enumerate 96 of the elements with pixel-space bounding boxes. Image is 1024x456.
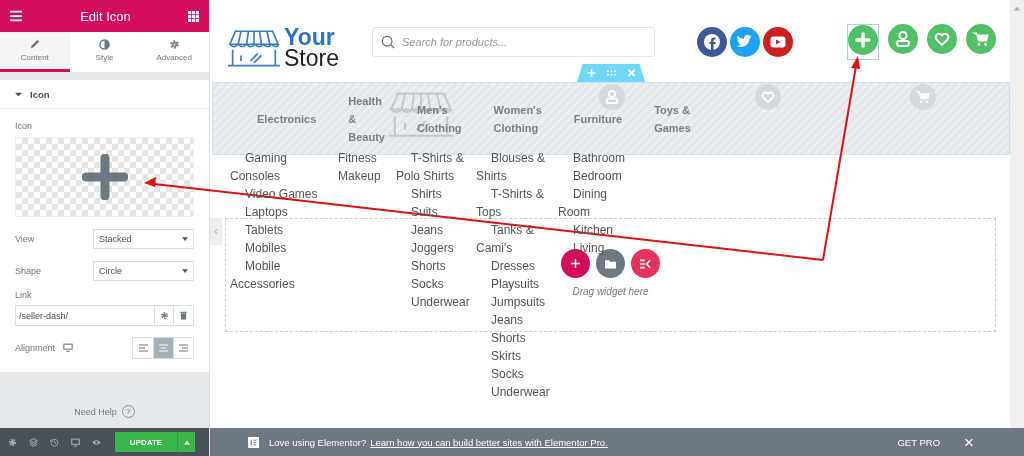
submenu-item[interactable]: Jeans (476, 311, 558, 329)
user-icon[interactable] (599, 84, 625, 110)
align-icon (138, 343, 148, 352)
submenu-item[interactable]: Socks (476, 365, 558, 383)
submenu-item[interactable]: Underwear (476, 383, 558, 401)
submenu-item[interactable]: Dresses (476, 257, 558, 275)
submenu-item[interactable]: Blouses & Shirts (476, 149, 558, 185)
field-label: Link (15, 290, 33, 300)
need-help-link[interactable]: Need Help (74, 406, 117, 417)
field-label: Shape (15, 265, 43, 276)
layers-icon[interactable] (29, 437, 38, 447)
settings-icon[interactable] (8, 437, 17, 447)
submenu-item[interactable]: Shorts (476, 329, 558, 347)
submenu-item[interactable]: Laptops (230, 203, 338, 221)
shape-select[interactable]: Circle (93, 260, 194, 281)
submenu-item[interactable]: Bathroom (558, 149, 628, 167)
scrollbar[interactable] (1010, 0, 1024, 428)
cart-icon[interactable] (966, 24, 996, 54)
submenu-item[interactable]: Makeup (338, 167, 396, 185)
submenu-item[interactable]: Joggers (396, 239, 476, 257)
addon-button[interactable] (631, 249, 660, 278)
notice-text: Love using Elementor? (269, 436, 367, 448)
align-icon (159, 343, 168, 352)
submenu-item[interactable]: Socks (396, 275, 476, 293)
elementor-icon (248, 436, 259, 448)
user-icon[interactable] (888, 24, 918, 54)
caret-icon (182, 236, 188, 241)
field-label: Icon (15, 121, 33, 131)
desktop-icon[interactable] (71, 437, 80, 447)
delete-button[interactable] (174, 305, 194, 326)
icon-preview[interactable] (15, 137, 194, 217)
scroll-up-icon[interactable] (1014, 6, 1020, 11)
submenu-item[interactable]: Dining Room (558, 185, 628, 221)
caret-icon (183, 439, 190, 445)
search-field[interactable]: Search for products... (372, 27, 655, 57)
trash-icon (179, 311, 188, 320)
view-select[interactable]: Stacked (93, 228, 194, 249)
panel-title: Edit Icon (79, 8, 132, 24)
close-button[interactable]: × (964, 433, 974, 451)
drop-hint: Drag widget here (572, 286, 649, 297)
chevron-left-icon (213, 229, 219, 234)
cart-icon[interactable] (910, 84, 936, 110)
caret-icon (15, 90, 22, 98)
youtube-icon[interactable] (763, 27, 793, 57)
submenu-item[interactable]: Underwear (396, 293, 476, 311)
grid-icon[interactable] (188, 10, 199, 22)
align-icon (179, 343, 188, 352)
eye-icon[interactable] (92, 437, 101, 447)
collapse-panel-tab[interactable] (210, 218, 222, 245)
caret-icon (182, 268, 188, 273)
logo-text: Your (284, 27, 335, 48)
link-field[interactable]: /seller-dash/ (15, 305, 154, 326)
submenu-item[interactable]: Skirts (476, 347, 558, 365)
store-logo-icon (228, 29, 280, 67)
pencil-icon (29, 39, 41, 50)
submenu-item[interactable]: Mobiles (230, 239, 338, 257)
contrast-icon (99, 39, 110, 50)
desktop-icon[interactable] (63, 343, 74, 352)
section-handle[interactable] (577, 64, 645, 82)
submenu-item[interactable]: Mobile Accessories (230, 257, 338, 293)
gear-icon (168, 39, 180, 50)
add-icon[interactable] (586, 69, 596, 77)
gear-icon (159, 311, 169, 320)
plus-icon (81, 154, 128, 200)
panel-tab[interactable]: Content (0, 32, 70, 72)
section-header[interactable]: Icon (0, 80, 209, 109)
logo-text: Store (284, 48, 339, 69)
submenu-item[interactable]: Gaming Consoles (230, 149, 338, 185)
history-icon[interactable] (50, 437, 59, 447)
submenu-item[interactable]: Playsuits (476, 275, 558, 293)
close-icon[interactable] (626, 69, 636, 77)
drag-handle-icon[interactable] (606, 69, 616, 77)
submenu-item[interactable]: Jumpsuits (476, 293, 558, 311)
submenu-item[interactable]: Jeans (396, 221, 476, 239)
submenu-item[interactable]: Fitness (338, 149, 396, 167)
get-pro-link[interactable]: GET PRO (897, 436, 941, 448)
submenu-item[interactable]: T-Shirts & Tops (476, 185, 558, 221)
submenu-item[interactable]: Tablets (230, 221, 338, 239)
align-button[interactable] (153, 337, 173, 358)
field-label: Alignment (15, 342, 56, 353)
submenu-item[interactable]: Shirts (396, 185, 476, 203)
twitter-icon[interactable] (730, 27, 760, 57)
folder-icon (605, 258, 616, 269)
update-options-button[interactable] (177, 432, 195, 452)
addon-logo-icon (640, 258, 651, 269)
plus-icon (571, 259, 580, 268)
notice-link[interactable]: Learn how you can build better sites with Elementor Pro. (370, 436, 608, 448)
search-icon (381, 35, 395, 49)
submenu-item[interactable]: T-Shirts & Polo Shirts (396, 149, 476, 185)
submenu-item[interactable]: Living (558, 239, 628, 257)
facebook-icon[interactable] (697, 27, 727, 57)
field-label: View (15, 233, 36, 244)
submenu-item[interactable]: Shorts (396, 257, 476, 275)
settings-button[interactable] (154, 305, 174, 326)
menu-icon[interactable] (9, 9, 23, 23)
submenu-item[interactable]: Bedroom (558, 167, 628, 185)
